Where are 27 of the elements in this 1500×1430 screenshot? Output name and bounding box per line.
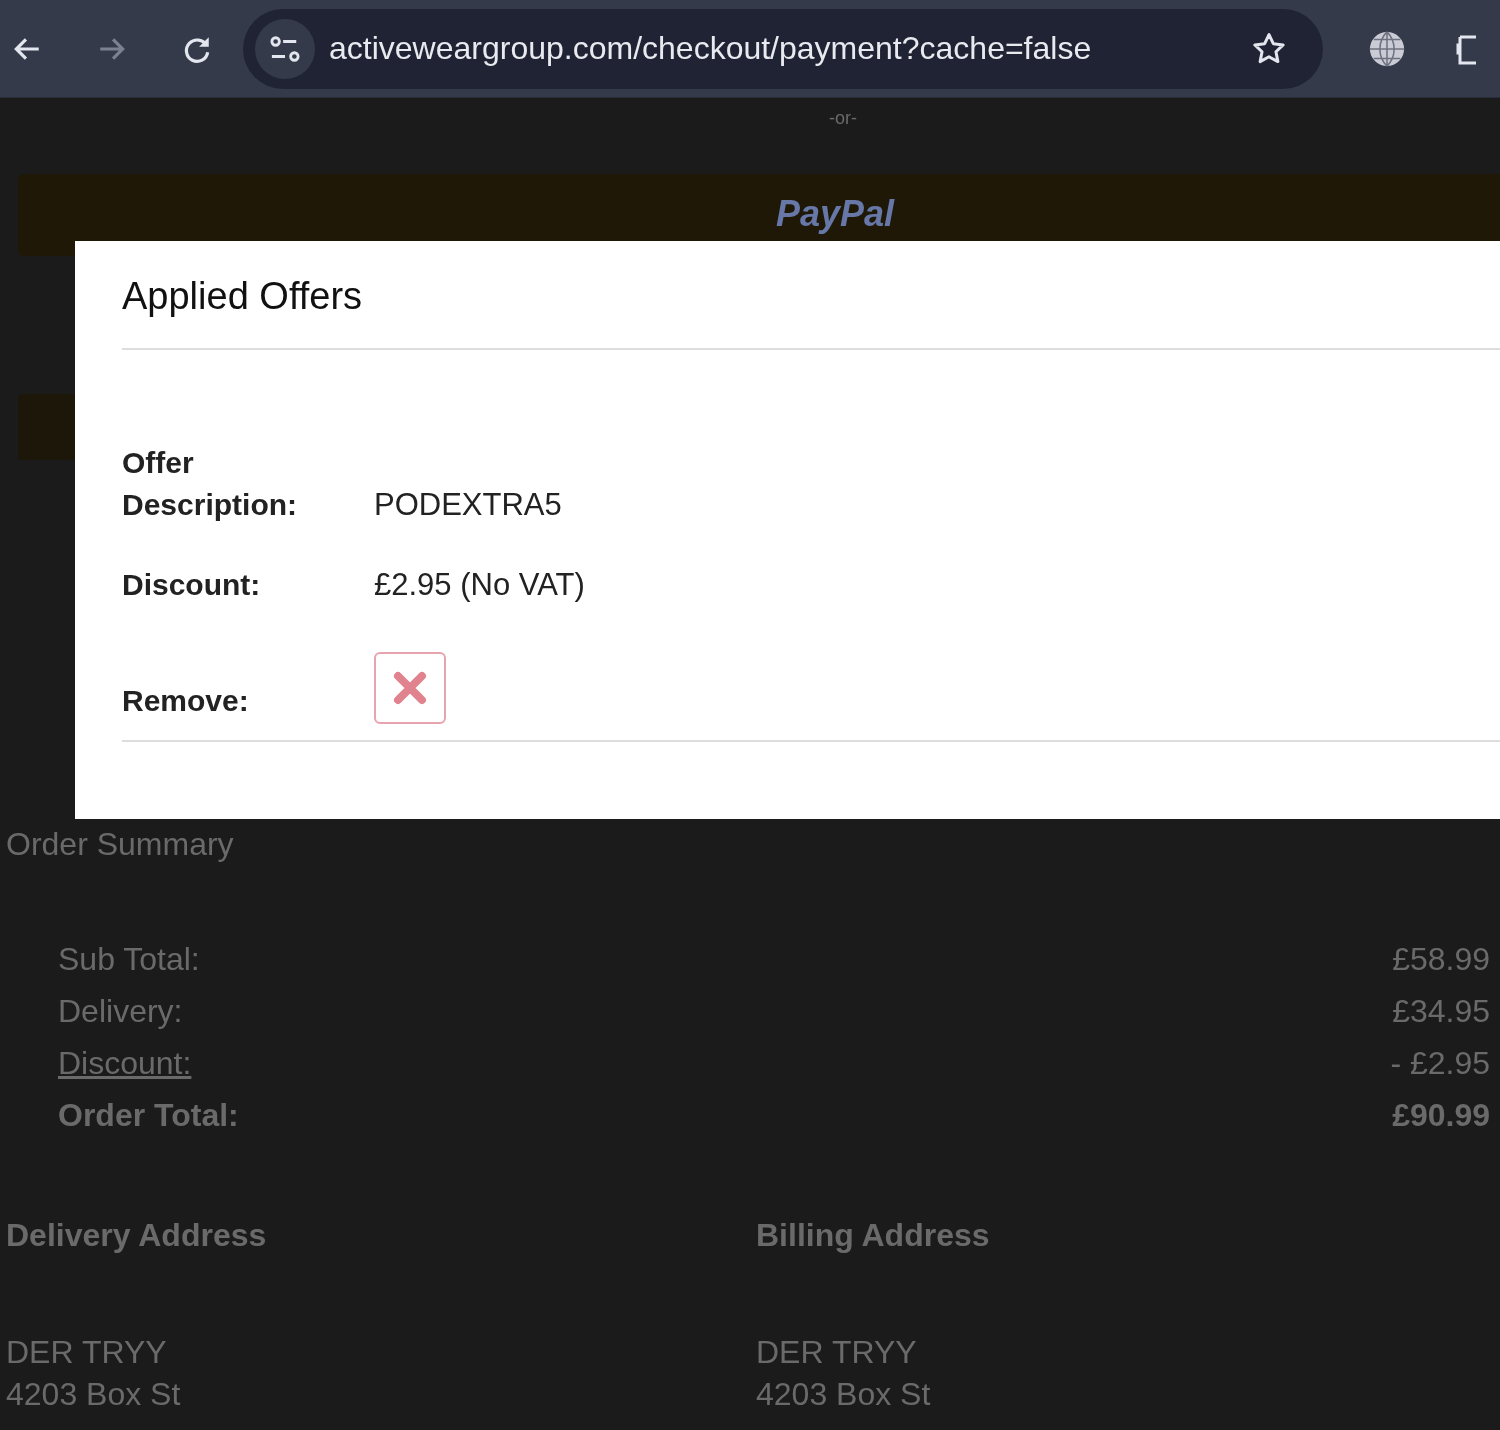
field-value: PODEXTRA5 [374,486,562,524]
summary-value: £58.99 [1392,941,1490,979]
summary-label: Order Total: [58,1097,239,1135]
separator-text: -or- [828,108,858,129]
address-bar[interactable]: activeweargroup.com/checkout/payment?cache=false [243,8,1323,89]
field-label: Remove: [122,683,250,719]
section-title: Billing Address [756,1217,991,1254]
summary-value: - £2.95 [1390,1045,1490,1083]
remove-button[interactable] [374,652,446,724]
address-line: DER TRYY [6,1334,168,1372]
dialog-title: Applied Offers [122,275,1500,350]
summary-value: £90.99 [1392,1097,1490,1135]
address-line: 4203 Box St [756,1376,932,1414]
discount-link[interactable]: Discount: [58,1045,192,1097]
field-label: Discount: [122,567,262,603]
section-title: Order Summary [6,826,235,863]
summary-value: £34.95 [1392,993,1490,1031]
section-title: Delivery Address [6,1217,268,1254]
site-settings-icon[interactable] [255,18,315,79]
globe-icon[interactable] [1368,29,1406,68]
address-line: DER TRYY [756,1334,918,1372]
url-text: activeweargroup.com/checkout/payment?cache=false [329,30,1093,67]
field-value: £2.95 (No VAT) [374,566,585,604]
field-label: Offer Description: [122,445,299,523]
address-line: 4203 Box St [6,1376,182,1414]
summary-label: Delivery: [58,993,183,1031]
summary-label: Sub Total: [58,941,200,979]
